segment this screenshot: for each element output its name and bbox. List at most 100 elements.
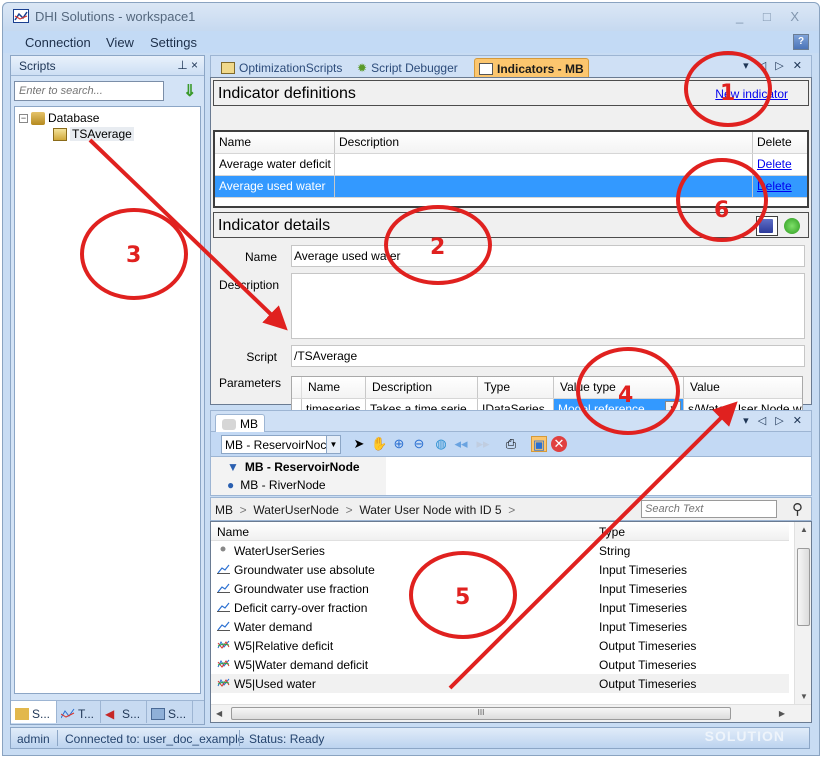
close-icon[interactable]: × (191, 58, 198, 72)
scroll-icon (15, 708, 29, 720)
parameters-label: Parameters (219, 376, 282, 390)
vertical-scrollbar[interactable]: ▲ ▼ (794, 522, 811, 704)
zoom-in-icon[interactable]: ⊕ (391, 436, 407, 452)
horizontal-scrollbar[interactable]: ◀ III ▶ (211, 704, 811, 722)
list-item[interactable]: Groundwater use fraction Input Timeseries (211, 579, 789, 598)
column-header-description[interactable]: Description (366, 377, 478, 398)
mb-tabstrip: MB ▾ ◁ ▷ ✕ (210, 410, 812, 433)
tab-indicators-mb[interactable]: Indicators - MB (474, 58, 589, 78)
column-header-name[interactable]: Name (217, 525, 249, 539)
tree-node-label: TSAverage (70, 127, 134, 141)
list-header: Name Type (211, 522, 789, 541)
branch-icon: ◀ (105, 707, 115, 721)
window-icon[interactable]: ▣ (531, 436, 547, 452)
bottom-tab-scripts[interactable]: S... (11, 701, 58, 723)
status-user: admin (17, 732, 50, 746)
table-row[interactable]: Average used water Delete (215, 176, 807, 198)
column-header-description[interactable]: Description (335, 132, 753, 153)
collapse-icon[interactable]: − (19, 113, 28, 123)
breadcrumb-item[interactable]: MB (215, 503, 233, 517)
tab-script-debugger[interactable]: ✹ Script Debugger (353, 58, 462, 78)
tab-controls[interactable]: ▾ ◁ ▷ ✕ (743, 414, 805, 427)
print-icon[interactable]: ⎙ (503, 436, 519, 452)
name-field[interactable] (291, 245, 805, 267)
column-header-name[interactable]: Name (215, 132, 335, 153)
timeseries-icon (217, 563, 230, 577)
globe-icon[interactable]: ◍ (433, 436, 449, 452)
scripts-search-input[interactable] (14, 81, 164, 101)
column-header-type[interactable]: Type (599, 525, 625, 539)
search-icon[interactable]: ⚲ (792, 500, 803, 518)
column-header-delete[interactable]: Delete (753, 132, 809, 153)
tree-node-tsaverage[interactable]: TSAverage (53, 127, 134, 141)
timeseries-icon (217, 620, 230, 634)
tab-controls[interactable]: ▾ ◁ ▷ ✕ (743, 59, 805, 72)
close-red-icon[interactable]: ✕ (551, 436, 567, 452)
layer-item[interactable]: ▼ MB - ReservoirNode (227, 460, 360, 474)
section-title: Indicator definitions (218, 85, 356, 102)
breadcrumb-item[interactable]: Water User Node with ID 5 (359, 503, 501, 517)
forward-icon[interactable]: ▸▸ (475, 436, 491, 452)
scripts-icon (221, 62, 235, 74)
property-dot-icon (217, 544, 230, 558)
layer-item[interactable]: ● MB - RiverNode (227, 478, 326, 492)
list-item[interactable]: Groundwater use absolute Input Timeseries (211, 560, 789, 579)
windows-icon (479, 62, 493, 75)
breadcrumb-item[interactable]: WaterUserNode (253, 503, 339, 517)
map-toolbar: MB - ReservoirNoc ▼ ➤ ✋ ⊕ ⊖ ◍ ◂◂ ▸▸ ⎙ ▣ … (210, 432, 812, 456)
bottom-tab-spreadsheet[interactable]: ◀ S... (101, 701, 148, 723)
list-item[interactable]: Deficit carry-over fraction Input Timeser… (211, 598, 789, 617)
save-button[interactable] (756, 216, 778, 236)
section-title: Indicator details (218, 217, 331, 234)
window-controls[interactable]: _ □ X (736, 9, 807, 24)
table-row[interactable]: Average water deficit Delete (215, 154, 807, 176)
description-field[interactable] (291, 273, 805, 339)
bottom-tab-scenarios[interactable]: S... (147, 701, 194, 723)
delete-link[interactable]: Delete (753, 176, 809, 197)
column-header-value-type[interactable]: Value type (554, 377, 684, 398)
tree-node-database[interactable]: − Database (19, 111, 99, 125)
menu-view[interactable]: View (106, 35, 134, 50)
column-header-value[interactable]: Value (684, 377, 804, 398)
menu-connection[interactable]: Connection (25, 35, 91, 50)
scroll-thumb[interactable] (797, 548, 810, 626)
bottom-tab-timeseries[interactable]: T... (57, 701, 102, 723)
name-label: Name (244, 250, 277, 264)
pin-icon[interactable]: ⊥ (177, 58, 187, 72)
new-indicator-link[interactable]: New indicator (715, 87, 788, 101)
property-list: Name Type WaterUserSeries String Groundwat… (210, 521, 812, 723)
column-header-name[interactable]: Name (302, 377, 366, 398)
scroll-thumb[interactable]: III (231, 707, 731, 720)
script-field[interactable] (291, 345, 805, 367)
download-arrow-icon[interactable]: ⇓ (183, 81, 196, 101)
list-item[interactable]: W5|Relative deficit Output Timeseries (211, 636, 789, 655)
list-item[interactable]: Water demand Input Timeseries (211, 617, 789, 636)
tab-mb[interactable]: MB (215, 414, 265, 433)
script-label: Script (246, 350, 277, 364)
layer-combo[interactable]: MB - ReservoirNoc ▼ (221, 435, 341, 454)
delete-link[interactable]: Delete (753, 154, 809, 175)
table-icon (151, 708, 166, 720)
tree-node-label: Database (48, 111, 100, 125)
back-icon[interactable]: ◂◂ (453, 436, 469, 452)
search-text-input[interactable] (641, 500, 777, 518)
indicator-definitions-header: Indicator definitions New indicator (213, 80, 809, 106)
pointer-icon[interactable]: ➤ (351, 436, 367, 452)
help-icon[interactable]: ? (793, 34, 809, 50)
title-bar: DHI Solutions - workspace1 _ □ X (3, 3, 819, 31)
pan-hand-icon[interactable]: ✋ (371, 436, 387, 452)
status-bar: admin Connected to: user_doc_example Sta… (10, 727, 810, 749)
layer-list: ▼ MB - ReservoirNode ● MB - RiverNode (211, 457, 386, 495)
tab-optimization-scripts[interactable]: OptimizationScripts (217, 58, 346, 78)
list-item[interactable]: W5|Water demand deficit Output Timeseries (211, 655, 789, 674)
list-item[interactable]: W5|Used water Output Timeseries (211, 674, 789, 693)
chevron-down-icon[interactable]: ▼ (326, 436, 340, 453)
zoom-out-icon[interactable]: ⊖ (411, 436, 427, 452)
refresh-icon[interactable] (784, 218, 800, 234)
menu-bar: Connection View Settings ? (3, 31, 819, 53)
grid-header: Name Description Type Value type Value (292, 377, 802, 399)
menu-settings[interactable]: Settings (150, 35, 197, 50)
list-item[interactable]: WaterUserSeries String (211, 541, 789, 560)
scripts-panel-title: Scripts (19, 59, 56, 73)
column-header-type[interactable]: Type (478, 377, 554, 398)
